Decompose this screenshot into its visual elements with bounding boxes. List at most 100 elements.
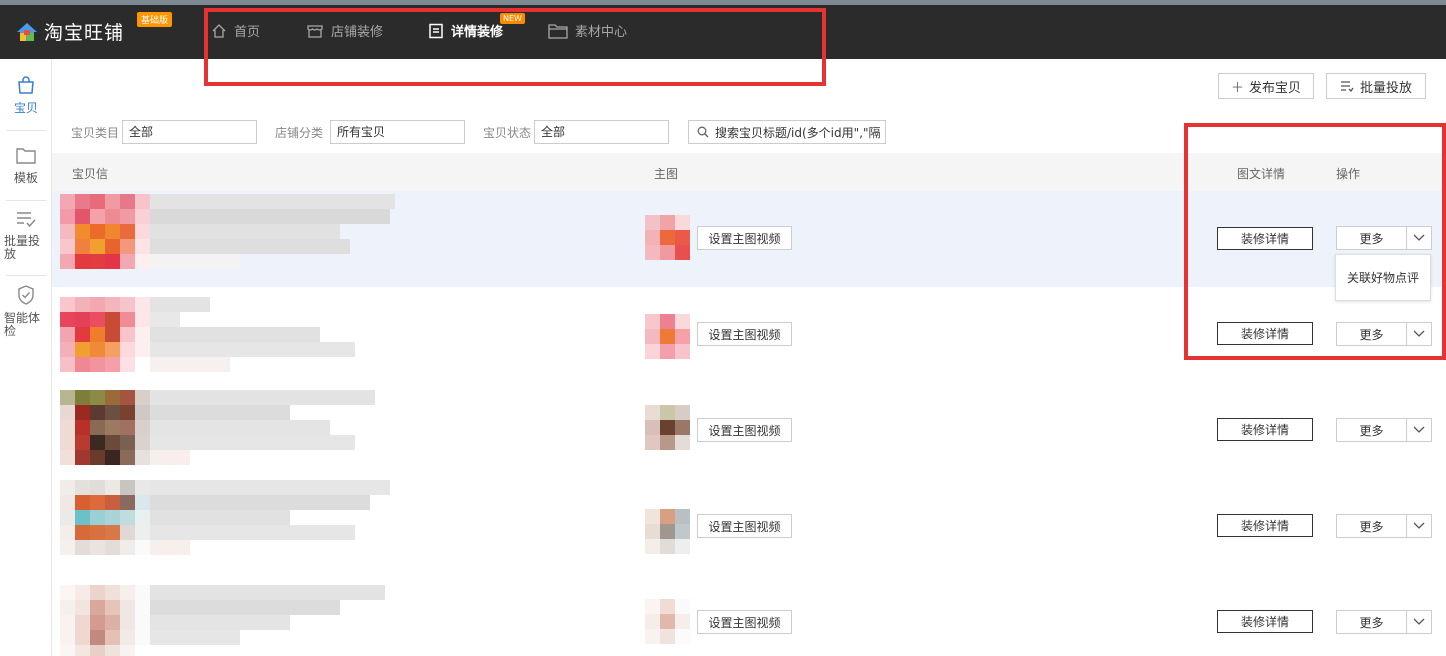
nav-home-label: 首页	[234, 25, 261, 40]
more-button[interactable]: 更多	[1337, 515, 1407, 537]
nav-detail-decor-label: 详情装修	[451, 25, 504, 40]
set-main-video-button[interactable]: 设置主图视频	[697, 610, 792, 634]
sidebar-item-label: 智能体检	[4, 311, 41, 338]
more-button[interactable]: 更多	[1337, 611, 1407, 633]
more-button[interactable]: 更多	[1337, 419, 1407, 441]
sidebar: 宝贝 模板 批量投放 智能体检	[0, 59, 52, 656]
header-detail: 图文详情	[1237, 167, 1286, 181]
folder-icon	[548, 23, 568, 39]
set-main-video-button[interactable]: 设置主图视频	[697, 322, 792, 346]
bag-icon	[18, 76, 34, 94]
nav-detail-decor[interactable]: 详情装修	[428, 21, 503, 40]
status-label: 宝贝状态	[483, 126, 532, 140]
product-title-placeholder	[150, 390, 375, 465]
product-thumbnail-mosaic	[60, 390, 150, 465]
sidebar-divider	[6, 275, 46, 276]
document-icon	[429, 23, 443, 38]
more-dropdown[interactable]: 更多	[1336, 418, 1432, 442]
header-item-info: 宝贝信	[72, 167, 109, 181]
more-dropdown[interactable]: 更多	[1336, 610, 1432, 634]
product-thumbnail-mosaic	[60, 194, 150, 269]
category-select[interactable]: 全部	[122, 120, 257, 144]
store-icon	[307, 24, 323, 38]
main-image-thumbnail	[645, 509, 690, 554]
decorate-detail-button[interactable]: 装修详情	[1217, 514, 1313, 537]
more-dropdown[interactable]: 更多	[1336, 226, 1432, 250]
sidebar-item-health-check[interactable]: 智能体检	[0, 285, 52, 338]
batch-deliver-button[interactable]: 批量投放	[1326, 73, 1426, 99]
nav-material-center[interactable]: 素材中心	[548, 21, 627, 40]
more-button[interactable]: 更多	[1337, 227, 1407, 249]
shop-category-label: 店铺分类	[275, 126, 324, 140]
plus-icon: ＋	[1230, 80, 1244, 96]
decorate-detail-button[interactable]: 装修详情	[1217, 322, 1313, 345]
table-header: 宝贝信 主图 图文详情 操作	[52, 153, 1446, 191]
more-dropdown-menu: 关联好物点评	[1335, 254, 1431, 301]
category-label: 宝贝类目	[71, 126, 120, 140]
table-row: 设置主图视频 装修详情 更多	[52, 575, 1446, 656]
product-title-placeholder	[150, 297, 355, 372]
table-row: 设置主图视频 装修详情 更多	[52, 383, 1446, 479]
topbar-stripe	[0, 0, 1446, 5]
sidebar-item-label: 批量投放	[4, 234, 41, 261]
edition-badge: 基础版	[137, 12, 173, 27]
logo-house-icon	[16, 21, 38, 43]
app-name: 淘宝旺铺	[44, 22, 125, 44]
more-button[interactable]: 更多	[1337, 323, 1407, 345]
chevron-down-icon[interactable]	[1407, 227, 1431, 249]
product-title-placeholder	[150, 585, 385, 645]
main-image-thumbnail	[645, 599, 690, 644]
product-title-placeholder	[150, 480, 390, 555]
product-title-placeholder	[150, 194, 395, 269]
table-row: 设置主图视频 装修详情 更多	[52, 191, 1446, 287]
chevron-down-icon[interactable]	[1407, 419, 1431, 441]
app-logo[interactable]: 淘宝旺铺	[16, 18, 124, 45]
search-placeholder: 搜索宝贝标题/id(多个id用","隔	[715, 125, 881, 140]
decorate-detail-button[interactable]: 装修详情	[1217, 418, 1313, 441]
header-action: 操作	[1336, 167, 1361, 181]
product-thumbnail-mosaic	[60, 585, 150, 656]
sidebar-item-label: 宝贝	[13, 101, 38, 115]
nav-material-center-label: 素材中心	[575, 25, 628, 40]
sidebar-divider	[6, 130, 46, 131]
sidebar-item-label: 模板	[13, 171, 38, 185]
nav-store-decor-label: 店铺装修	[331, 25, 384, 40]
folder-icon	[16, 148, 36, 164]
publish-item-label: 发布宝贝	[1249, 80, 1302, 96]
decorate-detail-button[interactable]: 装修详情	[1217, 227, 1313, 250]
chevron-down-icon[interactable]	[1407, 611, 1431, 633]
more-dropdown[interactable]: 更多	[1336, 514, 1432, 538]
sidebar-item-items[interactable]: 宝贝	[0, 75, 52, 115]
dropdown-item-related-reviews[interactable]: 关联好物点评	[1347, 269, 1419, 286]
nav-home[interactable]: 首页	[211, 21, 260, 40]
sidebar-divider	[6, 200, 46, 201]
table-row: 设置主图视频 装修详情 更多	[52, 287, 1446, 383]
home-icon	[212, 23, 226, 38]
chevron-down-icon[interactable]	[1407, 323, 1431, 345]
top-navigation-bar: 淘宝旺铺 基础版 首页 店铺装修 详情装修 NEW 素材中心	[0, 0, 1446, 59]
product-thumbnail-mosaic	[60, 297, 150, 372]
product-thumbnail-mosaic	[60, 480, 150, 555]
table-row: 设置主图视频 装修详情 更多	[52, 479, 1446, 575]
list-icon	[1340, 81, 1354, 92]
main-image-thumbnail	[645, 215, 690, 260]
sidebar-item-templates[interactable]: 模板	[0, 147, 52, 185]
chevron-down-icon[interactable]	[1407, 515, 1431, 537]
main-image-thumbnail	[645, 314, 690, 359]
sidebar-item-batch[interactable]: 批量投放	[0, 210, 52, 261]
search-input[interactable]: 搜索宝贝标题/id(多个id用","隔	[688, 120, 886, 144]
nav-store-decor[interactable]: 店铺装修	[306, 21, 383, 40]
new-badge: NEW	[500, 13, 525, 24]
more-dropdown[interactable]: 更多	[1336, 322, 1432, 346]
batch-deliver-label: 批量投放	[1359, 80, 1412, 96]
publish-item-button[interactable]: ＋ 发布宝贝	[1218, 73, 1314, 99]
main-image-thumbnail	[645, 405, 690, 450]
decorate-detail-button[interactable]: 装修详情	[1217, 610, 1313, 633]
set-main-video-button[interactable]: 设置主图视频	[697, 226, 792, 250]
set-main-video-button[interactable]: 设置主图视频	[697, 418, 792, 442]
set-main-video-button[interactable]: 设置主图视频	[697, 514, 792, 538]
status-select[interactable]: 全部	[534, 120, 669, 144]
shop-category-select[interactable]: 所有宝贝	[330, 120, 465, 144]
list-check-icon	[17, 212, 36, 228]
header-main-image: 主图	[654, 167, 679, 181]
